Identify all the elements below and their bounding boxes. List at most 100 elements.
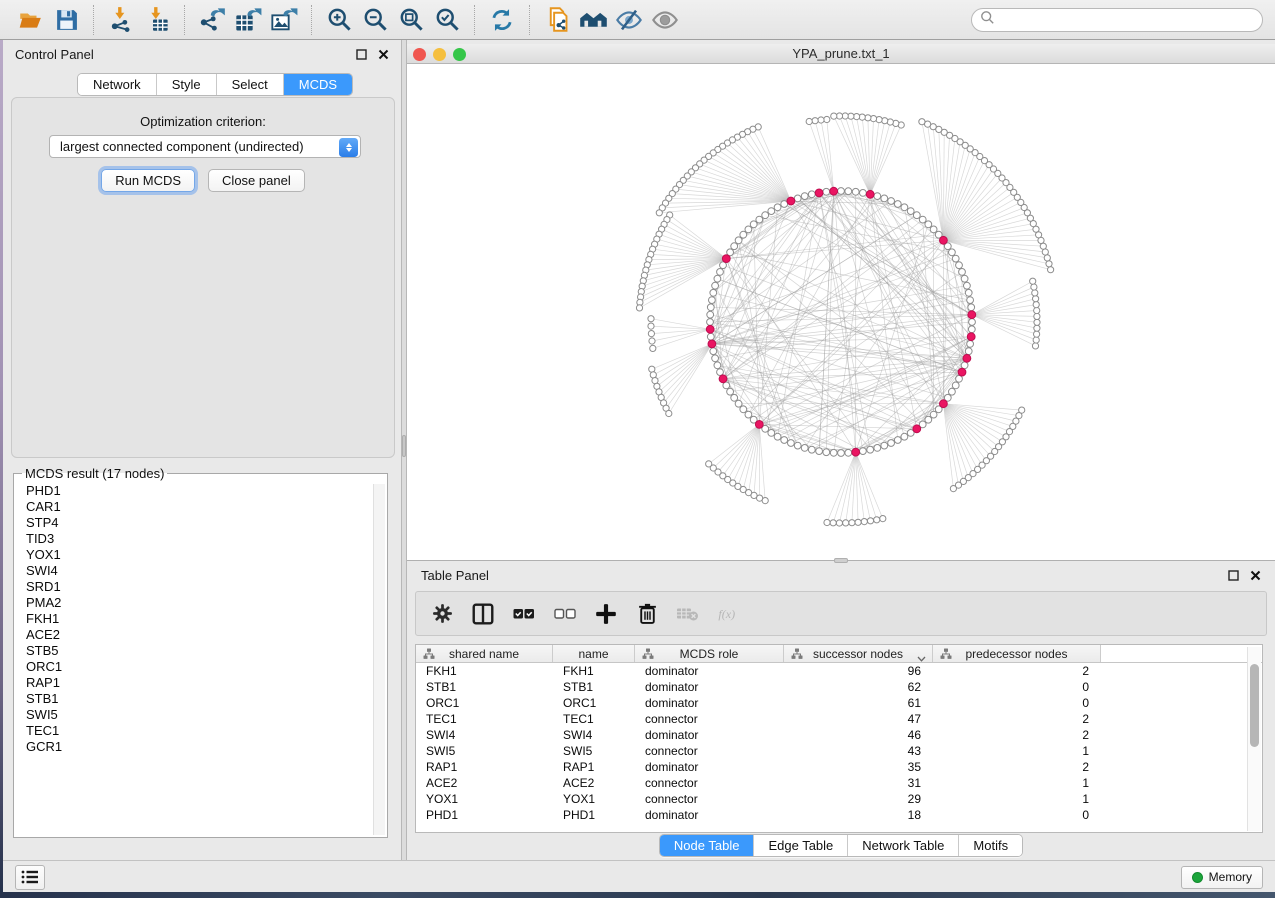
deselect-all-icon[interactable] xyxy=(553,602,577,626)
close-panel-icon[interactable] xyxy=(377,48,389,60)
open-icon[interactable] xyxy=(12,4,48,36)
cell-predecessor-nodes[interactable]: 2 xyxy=(933,727,1101,743)
mcds-result-item[interactable]: STB5 xyxy=(26,643,387,659)
cell-MCDS-role[interactable]: connector xyxy=(635,711,784,727)
cell-MCDS-role[interactable]: dominator xyxy=(635,679,784,695)
network-window-titlebar[interactable]: YPA_prune.txt_1 xyxy=(407,44,1275,64)
mcds-result-item[interactable]: SRD1 xyxy=(26,579,387,595)
mcds-result-item[interactable]: PMA2 xyxy=(26,595,387,611)
zoom-fit-icon[interactable] xyxy=(393,4,429,36)
tab-edge-table[interactable]: Edge Table xyxy=(754,835,848,856)
cell-name[interactable]: STB1 xyxy=(553,679,635,695)
table-row[interactable]: TEC1TEC1connector472 xyxy=(416,711,1262,727)
cell-successor-nodes[interactable]: 96 xyxy=(784,663,933,679)
column-header-shared-name[interactable]: shared name xyxy=(416,645,553,662)
column-header-predecessor-nodes[interactable]: predecessor nodes xyxy=(933,645,1101,662)
cell-name[interactable]: PHD1 xyxy=(553,807,635,823)
cell-name[interactable]: TEC1 xyxy=(553,711,635,727)
cell-predecessor-nodes[interactable]: 1 xyxy=(933,743,1101,759)
cell-name[interactable]: ORC1 xyxy=(553,695,635,711)
cell-name[interactable]: YOX1 xyxy=(553,791,635,807)
mcds-result-scrollbar[interactable] xyxy=(373,484,385,835)
import-table-icon[interactable] xyxy=(139,4,175,36)
network-canvas[interactable] xyxy=(407,64,1275,560)
export-table-icon[interactable] xyxy=(230,4,266,36)
cell-predecessor-nodes[interactable]: 0 xyxy=(933,679,1101,695)
search-box[interactable] xyxy=(971,8,1263,32)
table-row[interactable]: SWI5SWI5connector431 xyxy=(416,743,1262,759)
mcds-result-item[interactable]: ORC1 xyxy=(26,659,387,675)
mcds-result-item[interactable]: FKH1 xyxy=(26,611,387,627)
cell-name[interactable]: SWI5 xyxy=(553,743,635,759)
maximize-window-icon[interactable] xyxy=(453,48,466,61)
close-table-panel-icon[interactable] xyxy=(1249,570,1261,582)
zoom-in-icon[interactable] xyxy=(321,4,357,36)
import-network-icon[interactable] xyxy=(103,4,139,36)
mcds-result-item[interactable]: SWI5 xyxy=(26,707,387,723)
table-panel-splitter-grip[interactable] xyxy=(834,558,848,563)
table-scrollbar[interactable] xyxy=(1247,647,1261,831)
criterion-dropdown[interactable]: largest connected component (undirected) xyxy=(49,135,361,158)
cell-MCDS-role[interactable]: dominator xyxy=(635,663,784,679)
mcds-result-item[interactable]: GCR1 xyxy=(26,739,387,755)
mcds-result-item[interactable]: TID3 xyxy=(26,531,387,547)
tab-style[interactable]: Style xyxy=(157,74,217,95)
mcds-result-item[interactable]: YOX1 xyxy=(26,547,387,563)
table-row[interactable]: ORC1ORC1dominator610 xyxy=(416,695,1262,711)
function-builder-icon[interactable]: f(x) xyxy=(717,602,741,626)
mcds-result-item[interactable]: SWI4 xyxy=(26,563,387,579)
column-header-successor-nodes[interactable]: successor nodes xyxy=(784,645,933,662)
first-neighbors-icon[interactable] xyxy=(575,4,611,36)
tab-node-table[interactable]: Node Table xyxy=(660,835,755,856)
cell-predecessor-nodes[interactable]: 1 xyxy=(933,791,1101,807)
cell-MCDS-role[interactable]: dominator xyxy=(635,727,784,743)
cell-successor-nodes[interactable]: 61 xyxy=(784,695,933,711)
mcds-result-item[interactable]: PHD1 xyxy=(26,483,387,499)
cell-MCDS-role[interactable]: dominator xyxy=(635,807,784,823)
cell-name[interactable]: RAP1 xyxy=(553,759,635,775)
add-row-icon[interactable] xyxy=(594,602,618,626)
cell-MCDS-role[interactable]: dominator xyxy=(635,695,784,711)
cell-successor-nodes[interactable]: 62 xyxy=(784,679,933,695)
table-row[interactable]: FKH1FKH1dominator962 xyxy=(416,663,1262,679)
clone-network-icon[interactable] xyxy=(539,4,575,36)
float-panel-icon[interactable] xyxy=(355,48,367,60)
close-window-icon[interactable] xyxy=(413,48,426,61)
cell-successor-nodes[interactable]: 18 xyxy=(784,807,933,823)
refresh-layout-icon[interactable] xyxy=(484,4,520,36)
cell-shared-name[interactable]: RAP1 xyxy=(416,759,553,775)
delete-row-icon[interactable] xyxy=(635,602,659,626)
cell-name[interactable]: FKH1 xyxy=(553,663,635,679)
columns-icon[interactable] xyxy=(471,602,495,626)
tab-select[interactable]: Select xyxy=(217,74,284,95)
show-graphics-details-icon[interactable] xyxy=(647,4,683,36)
cell-name[interactable]: ACE2 xyxy=(553,775,635,791)
cell-successor-nodes[interactable]: 43 xyxy=(784,743,933,759)
column-header-MCDS-role[interactable]: MCDS role xyxy=(635,645,784,662)
column-header-name[interactable]: name xyxy=(553,645,635,662)
cell-name[interactable]: SWI4 xyxy=(553,727,635,743)
cell-shared-name[interactable]: FKH1 xyxy=(416,663,553,679)
delete-table-icon[interactable] xyxy=(676,602,700,626)
mcds-result-item[interactable]: TEC1 xyxy=(26,723,387,739)
cell-successor-nodes[interactable]: 47 xyxy=(784,711,933,727)
table-scrollbar-thumb[interactable] xyxy=(1250,664,1259,747)
table-row[interactable]: SWI4SWI4dominator462 xyxy=(416,727,1262,743)
cell-predecessor-nodes[interactable]: 2 xyxy=(933,711,1101,727)
select-all-icon[interactable] xyxy=(512,602,536,626)
mcds-result-item[interactable]: ACE2 xyxy=(26,627,387,643)
table-row[interactable]: STB1STB1dominator620 xyxy=(416,679,1262,695)
cell-MCDS-role[interactable]: connector xyxy=(635,743,784,759)
settings-icon[interactable] xyxy=(430,602,454,626)
cell-MCDS-role[interactable]: dominator xyxy=(635,759,784,775)
cell-shared-name[interactable]: SWI5 xyxy=(416,743,553,759)
splitter-grip[interactable] xyxy=(402,435,406,457)
cell-predecessor-nodes[interactable]: 0 xyxy=(933,807,1101,823)
cell-successor-nodes[interactable]: 35 xyxy=(784,759,933,775)
tab-motifs[interactable]: Motifs xyxy=(959,835,1022,856)
task-history-button[interactable] xyxy=(15,865,45,890)
table-row[interactable]: RAP1RAP1dominator352 xyxy=(416,759,1262,775)
cell-successor-nodes[interactable]: 31 xyxy=(784,775,933,791)
table-row[interactable]: ACE2ACE2connector311 xyxy=(416,775,1262,791)
export-image-icon[interactable] xyxy=(266,4,302,36)
